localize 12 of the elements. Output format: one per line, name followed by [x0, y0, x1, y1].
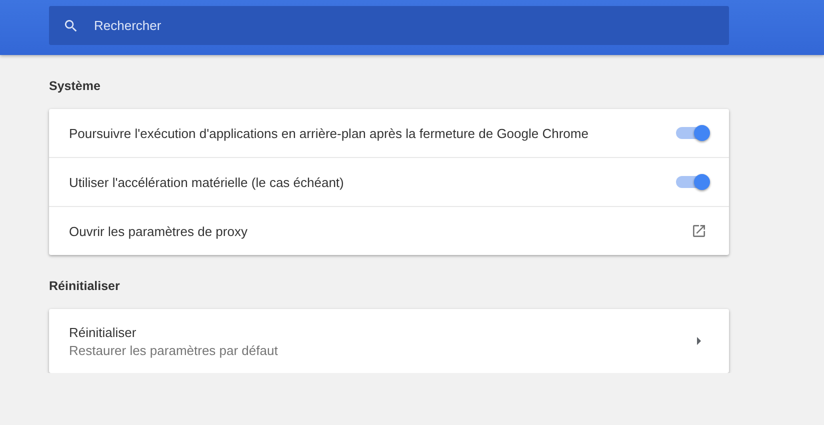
setting-label: Utiliser l'accélération matérielle (le cas échéant) — [69, 174, 345, 190]
setting-label: Ouvrir les paramètres de proxy — [69, 224, 248, 238]
setting-label: Réinitialiser — [69, 324, 138, 340]
section-title: Réinitialiser — [49, 278, 121, 295]
setting-description: Restaurer les paramètres par défaut — [69, 342, 279, 358]
caret-icon[interactable] — [696, 336, 702, 346]
section-title: Système — [49, 78, 102, 95]
setting-label: Poursuivre l'exécution d'applications en arrière-plan après la fermeture de Google Chrome — [69, 126, 590, 140]
external-link-icon[interactable] — [691, 223, 707, 239]
toggle-switch[interactable] — [676, 172, 710, 192]
toggle-switch[interactable] — [676, 123, 710, 143]
search-field[interactable]: Rechercher — [49, 6, 729, 45]
